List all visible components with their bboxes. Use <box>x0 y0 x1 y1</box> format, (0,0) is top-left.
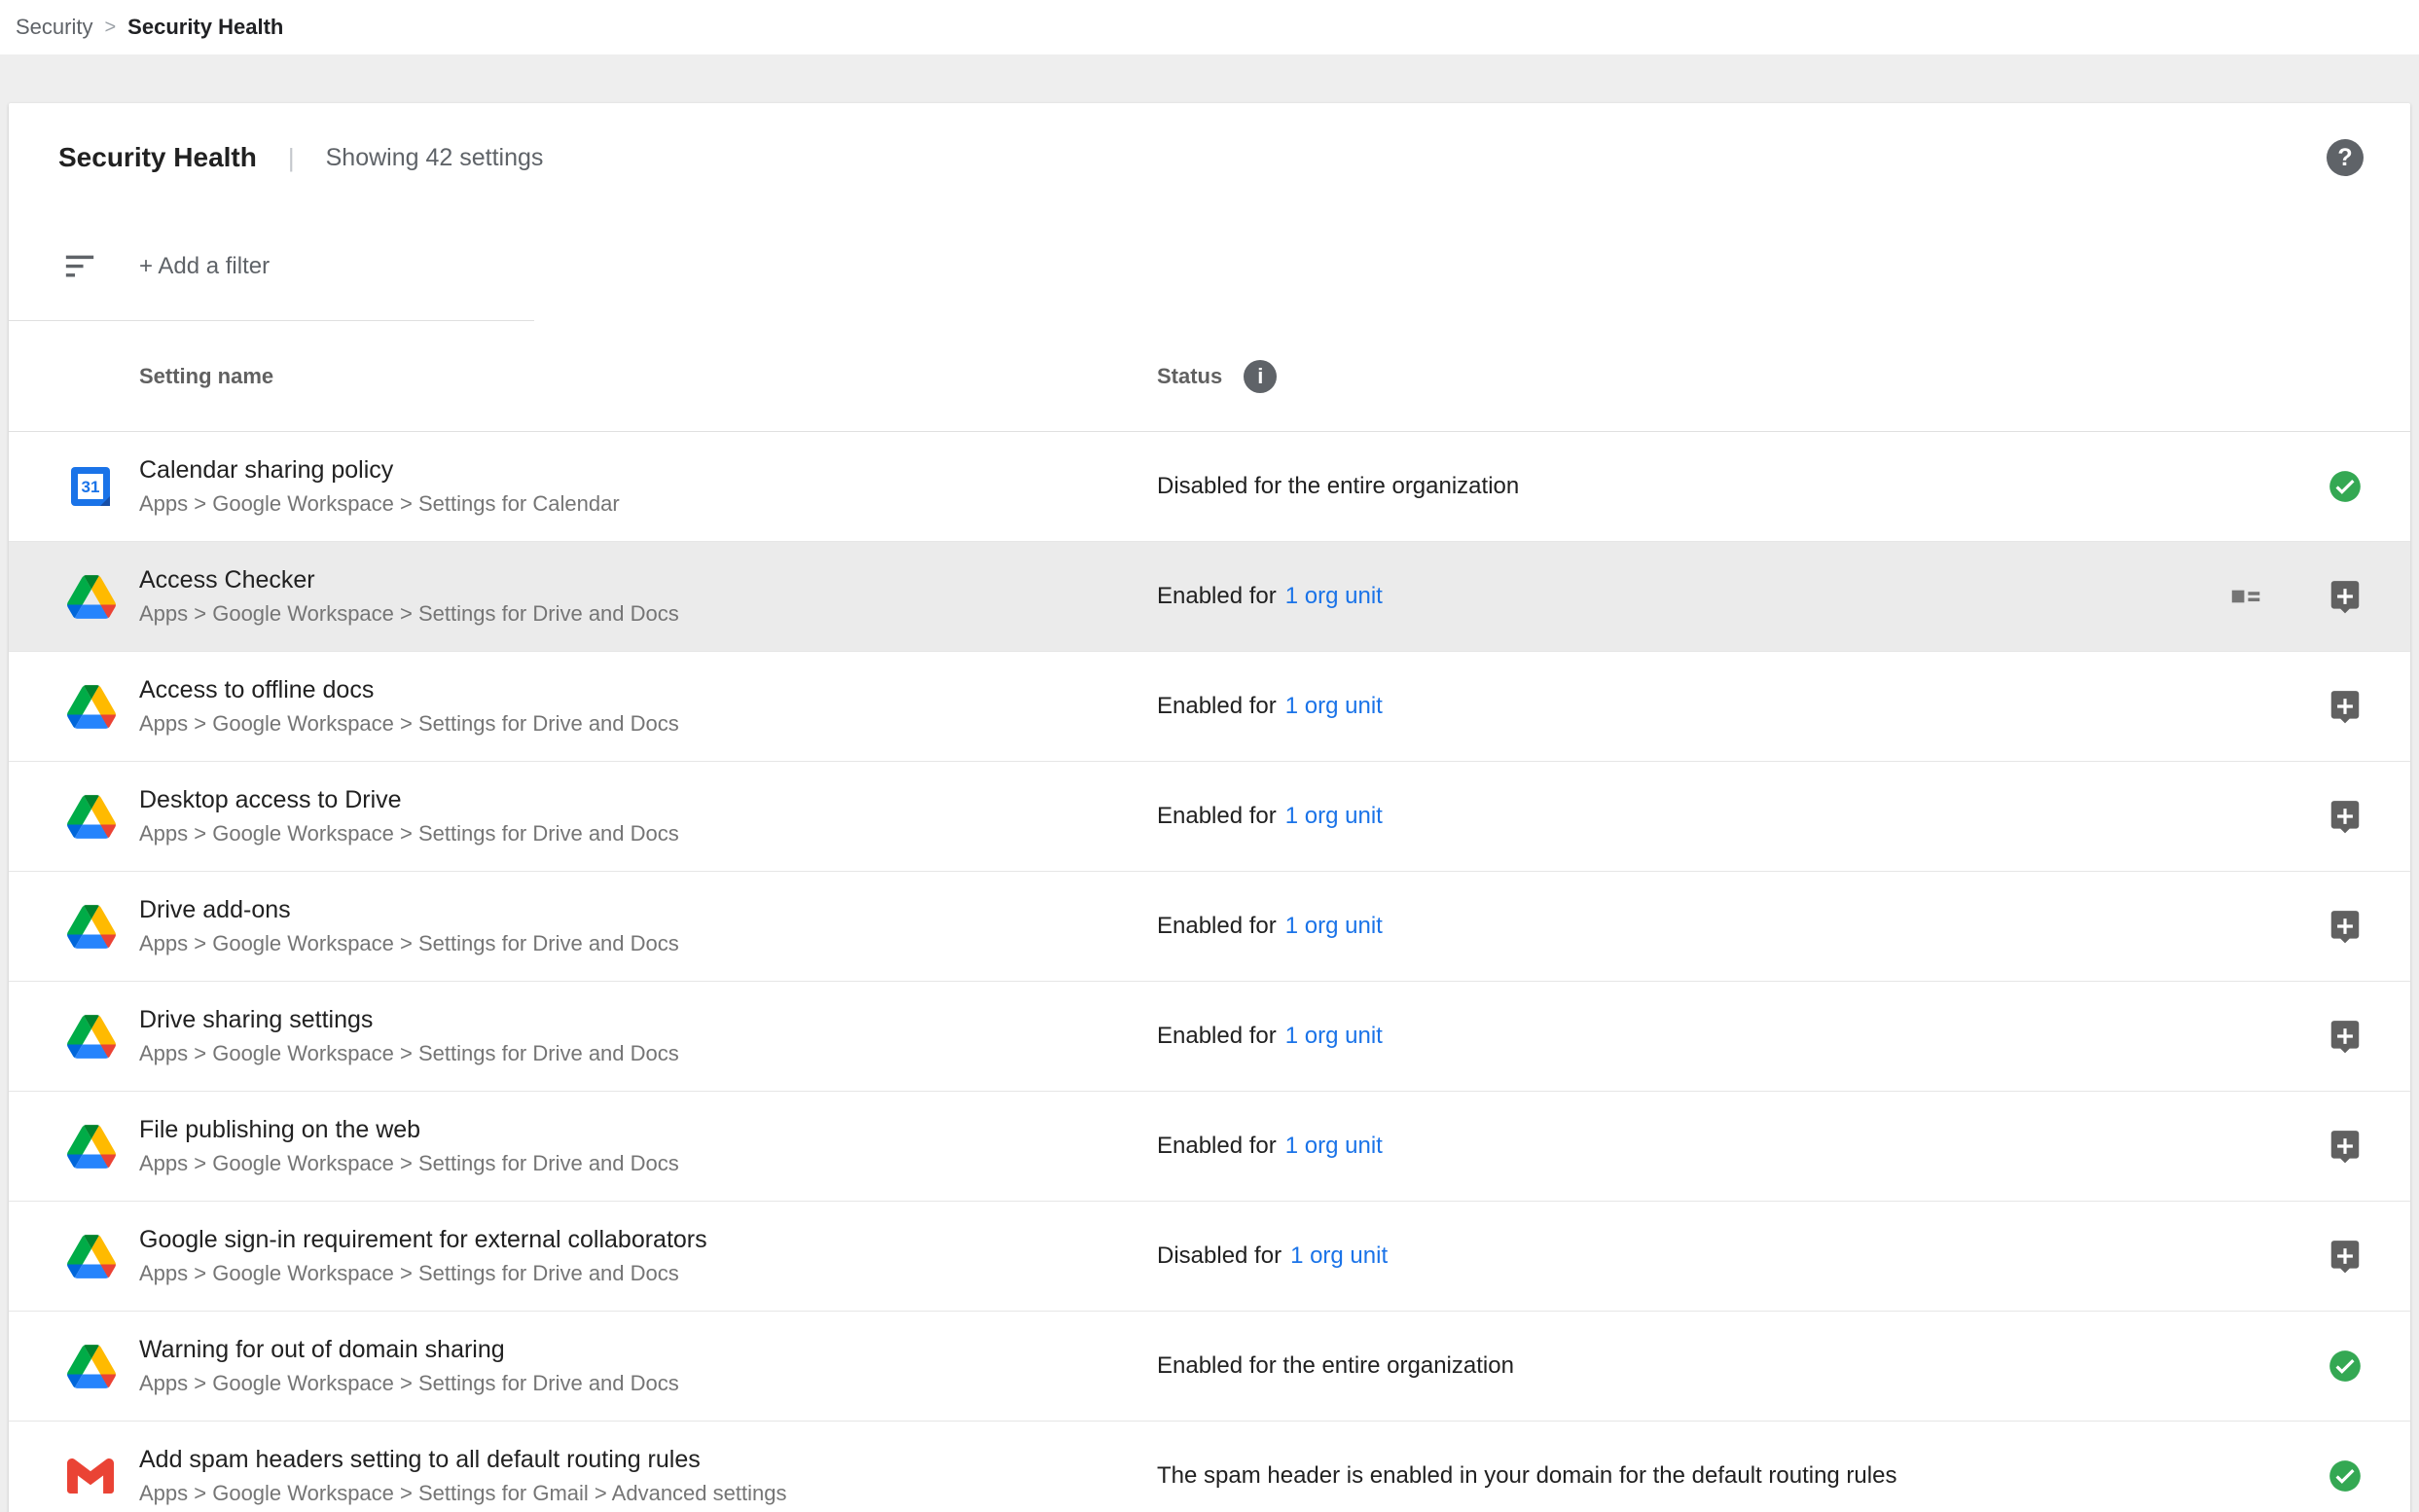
status-text: Enabled for <box>1157 803 1277 830</box>
setting-name: Drive add-ons <box>139 895 1157 924</box>
setting-path: Apps > Google Workspace > Settings for D… <box>139 1041 1157 1066</box>
add-filter-button[interactable]: + Add a filter <box>139 253 270 280</box>
add-badge-icon[interactable] <box>2327 578 2364 615</box>
status-link[interactable]: 1 org unit <box>1285 1023 1383 1050</box>
setting-name: Google sign-in requirement for external … <box>139 1225 1157 1254</box>
drive-icon <box>67 1125 116 1169</box>
table-row[interactable]: Google sign-in requirement for external … <box>9 1202 2410 1312</box>
table-row[interactable]: Desktop access to Drive Apps > Google Wo… <box>9 762 2410 872</box>
setting-path: Apps > Google Workspace > Settings for D… <box>139 1371 1157 1396</box>
status-info-icon[interactable]: i <box>1244 360 1277 393</box>
status-text: The spam header is enabled in your domai… <box>1157 1462 1896 1490</box>
settings-table-header: Setting name Status i <box>9 321 2410 432</box>
check-circle-icon <box>2327 1348 2364 1385</box>
status-link[interactable]: 1 org unit <box>1285 913 1383 940</box>
status-link[interactable]: 1 org unit <box>1285 693 1383 720</box>
setting-path: Apps > Google Workspace > Settings for C… <box>139 491 1157 517</box>
filter-bar: + Add a filter <box>9 212 2410 321</box>
drive-icon <box>67 1235 116 1278</box>
gmail-icon <box>67 1453 114 1499</box>
breadcrumb-parent[interactable]: Security <box>16 15 92 40</box>
settings-count-label: Showing 42 settings <box>326 144 544 172</box>
setting-name: Warning for out of domain sharing <box>139 1335 1157 1364</box>
card-header: Security Health | Showing 42 settings ? <box>9 103 2410 212</box>
add-badge-icon[interactable] <box>2327 798 2364 835</box>
drive-icon <box>67 905 116 949</box>
column-status: Status <box>1157 364 1222 389</box>
drive-icon <box>67 575 116 619</box>
check-circle-icon <box>2327 1458 2364 1494</box>
settings-table-body: 31 Calendar sharing policy Apps > Google… <box>9 432 2410 1512</box>
setting-path: Apps > Google Workspace > Settings for G… <box>139 1481 1157 1506</box>
status-text: Disabled for <box>1157 1242 1282 1270</box>
setting-path: Apps > Google Workspace > Settings for D… <box>139 1151 1157 1176</box>
column-setting-name: Setting name <box>139 364 273 388</box>
drive-icon <box>67 1015 116 1059</box>
status-text: Enabled for <box>1157 583 1277 610</box>
table-row[interactable]: Drive sharing settings Apps > Google Wor… <box>9 982 2410 1092</box>
setting-name: Add spam headers setting to all default … <box>139 1445 1157 1474</box>
add-badge-icon[interactable] <box>2327 1238 2364 1275</box>
drive-icon <box>67 1345 116 1388</box>
check-circle-icon <box>2327 468 2364 505</box>
setting-name: File publishing on the web <box>139 1115 1157 1144</box>
title-divider: | <box>288 143 295 173</box>
help-icon[interactable]: ? <box>2327 139 2364 176</box>
status-text: Enabled for the entire organization <box>1157 1352 1514 1380</box>
drive-icon <box>67 685 116 729</box>
calendar-icon: 31 <box>67 463 114 510</box>
status-link[interactable]: 1 org unit <box>1285 803 1383 830</box>
breadcrumb-current: Security Health <box>127 15 283 40</box>
table-row[interactable]: Access Checker Apps > Google Workspace >… <box>9 542 2410 652</box>
setting-path: Apps > Google Workspace > Settings for D… <box>139 1261 1157 1286</box>
breadcrumb: Security > Security Health <box>0 0 2419 54</box>
table-row[interactable]: 31 Calendar sharing policy Apps > Google… <box>9 432 2410 542</box>
status-link[interactable]: 1 org unit <box>1285 1133 1383 1160</box>
table-row[interactable]: Add spam headers setting to all default … <box>9 1422 2410 1512</box>
drive-icon <box>67 795 116 839</box>
table-row[interactable]: Drive add-ons Apps > Google Workspace > … <box>9 872 2410 982</box>
add-badge-icon[interactable] <box>2327 908 2364 945</box>
status-text: Enabled for <box>1157 913 1277 940</box>
breadcrumb-separator: > <box>104 17 116 39</box>
filter-icon[interactable] <box>61 250 98 283</box>
setting-name: Drive sharing settings <box>139 1005 1157 1034</box>
svg-text:31: 31 <box>82 478 100 496</box>
setting-path: Apps > Google Workspace > Settings for D… <box>139 821 1157 846</box>
status-text: Disabled for the entire organization <box>1157 473 1519 500</box>
org-units-icon <box>2227 578 2264 615</box>
table-row[interactable]: File publishing on the web Apps > Google… <box>9 1092 2410 1202</box>
status-link[interactable]: 1 org unit <box>1290 1242 1388 1270</box>
setting-path: Apps > Google Workspace > Settings for D… <box>139 601 1157 627</box>
status-link[interactable]: 1 org unit <box>1285 583 1383 610</box>
add-badge-icon[interactable] <box>2327 1018 2364 1055</box>
status-text: Enabled for <box>1157 1023 1277 1050</box>
setting-name: Calendar sharing policy <box>139 455 1157 485</box>
status-text: Enabled for <box>1157 1133 1277 1160</box>
status-text: Enabled for <box>1157 693 1277 720</box>
add-badge-icon[interactable] <box>2327 688 2364 725</box>
page-title: Security Health <box>58 142 257 173</box>
add-badge-icon[interactable] <box>2327 1128 2364 1165</box>
setting-path: Apps > Google Workspace > Settings for D… <box>139 711 1157 737</box>
setting-path: Apps > Google Workspace > Settings for D… <box>139 931 1157 956</box>
setting-name: Access to offline docs <box>139 675 1157 704</box>
table-row[interactable]: Warning for out of domain sharing Apps >… <box>9 1312 2410 1422</box>
setting-name: Desktop access to Drive <box>139 785 1157 814</box>
setting-name: Access Checker <box>139 565 1157 594</box>
security-health-card: Security Health | Showing 42 settings ? … <box>9 103 2410 1512</box>
table-row[interactable]: Access to offline docs Apps > Google Wor… <box>9 652 2410 762</box>
